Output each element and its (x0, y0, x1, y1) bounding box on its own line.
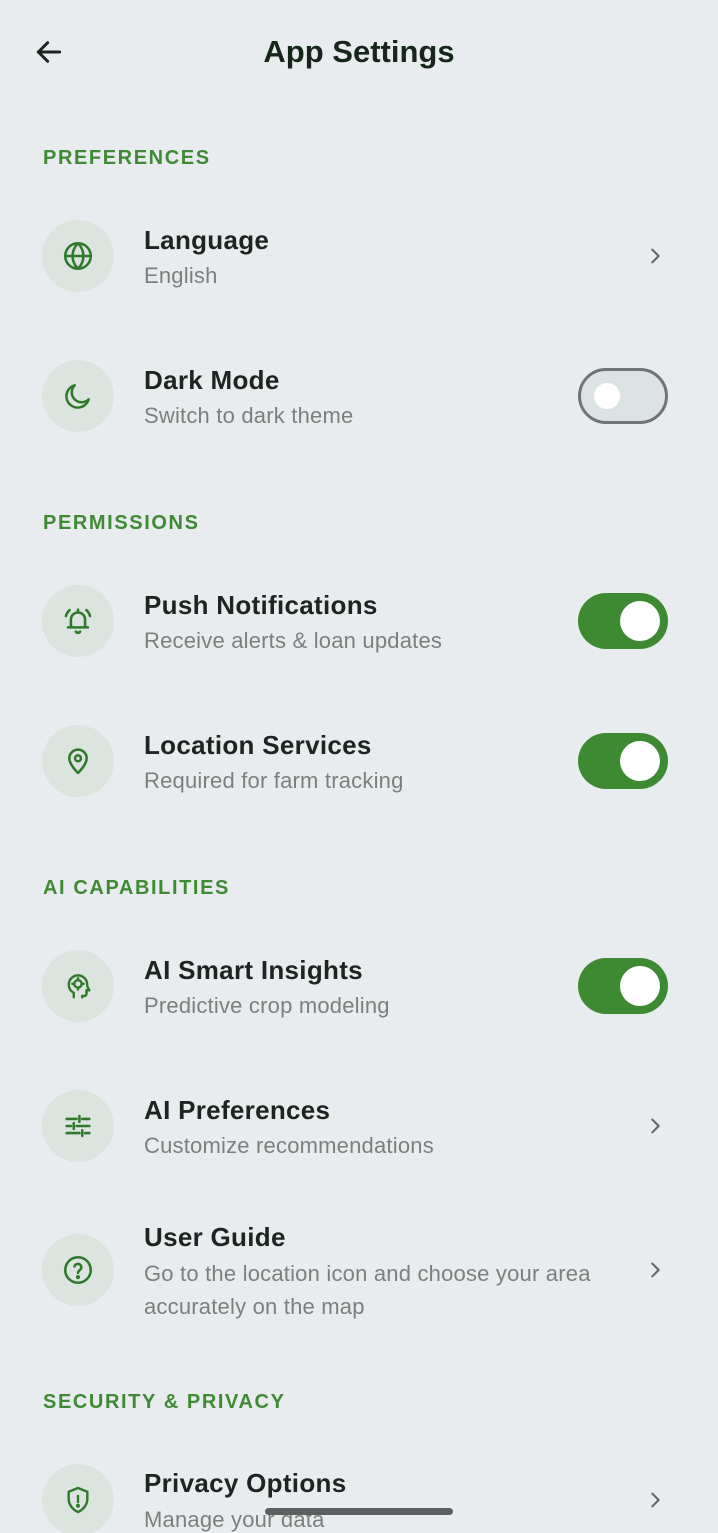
help-circle-icon (63, 1255, 93, 1285)
location-services-title: Location Services (144, 730, 372, 760)
language-chevron-icon (641, 242, 669, 270)
settings-screen: App Settings PREFERENCES Language Englis… (0, 0, 718, 1533)
privacy-options-chevron-icon (641, 1486, 669, 1514)
toggle-knob (594, 383, 620, 409)
head-brain-icon (67, 974, 91, 999)
setting-row-ai-smart-insights[interactable]: AI Smart Insights Predictive crop modeli… (0, 948, 718, 1024)
push-notifications-icon-badge (42, 585, 114, 657)
dark-mode-subtitle: Switch to dark theme (144, 403, 354, 428)
location-services-subtitle: Required for farm tracking (144, 768, 404, 793)
language-icon-badge (42, 220, 114, 292)
setting-row-dark-mode[interactable]: Dark Mode Switch to dark theme (0, 358, 718, 434)
setting-row-user-guide[interactable]: User Guide Go to the location icon and c… (0, 1216, 718, 1326)
privacy-options-icon-badge (42, 1464, 114, 1533)
page-title: App Settings (263, 34, 455, 69)
language-title: Language (144, 225, 270, 255)
ai-preferences-subtitle: Customize recommendations (144, 1133, 434, 1158)
dark-mode-icon-badge (42, 360, 114, 432)
section-header-permissions: PERMISSIONS (43, 512, 200, 534)
bell-ringing-icon (64, 608, 92, 635)
section-header-preferences: PREFERENCES (43, 147, 211, 169)
location-services-icon-badge (42, 725, 114, 797)
user-guide-icon-badge (42, 1234, 114, 1306)
map-pin-icon (68, 748, 88, 775)
section-header-security-privacy: SECURITY & PRIVACY (43, 1391, 286, 1413)
toggle-knob (620, 966, 660, 1006)
setting-row-location-services[interactable]: Location Services Required for farm trac… (0, 723, 718, 799)
push-notifications-title: Push Notifications (144, 590, 378, 620)
toggle-knob (620, 601, 660, 641)
ai-preferences-icon-badge (42, 1090, 114, 1162)
dark-mode-title: Dark Mode (144, 365, 280, 395)
setting-row-privacy-options[interactable]: Privacy Options Manage your data (0, 1462, 718, 1533)
setting-row-language[interactable]: Language English (0, 218, 718, 294)
moon-icon (65, 384, 90, 409)
app-header: App Settings (0, 0, 718, 104)
user-guide-subtitle: Go to the location icon and choose your … (144, 1261, 591, 1319)
sliders-icon (65, 1114, 91, 1138)
setting-row-ai-preferences[interactable]: AI Preferences Customize recommendations (0, 1088, 718, 1164)
location-services-toggle[interactable] (578, 733, 668, 789)
privacy-options-title: Privacy Options (144, 1468, 347, 1498)
dark-mode-toggle[interactable] (578, 368, 668, 424)
ai-smart-insights-toggle[interactable] (578, 958, 668, 1014)
shield-icon (67, 1486, 89, 1514)
user-guide-title: User Guide (144, 1222, 286, 1252)
ai-smart-insights-title: AI Smart Insights (144, 955, 363, 985)
ai-smart-insights-subtitle: Predictive crop modeling (144, 993, 390, 1018)
setting-row-push-notifications[interactable]: Push Notifications Receive alerts & loan… (0, 583, 718, 659)
push-notifications-toggle[interactable] (578, 593, 668, 649)
toggle-knob (620, 741, 660, 781)
home-indicator[interactable] (265, 1508, 453, 1515)
ai-preferences-title: AI Preferences (144, 1095, 331, 1125)
push-notifications-subtitle: Receive alerts & loan updates (144, 628, 443, 653)
language-subtitle: English (144, 263, 218, 288)
section-header-ai-capabilities: AI CAPABILITIES (43, 877, 230, 899)
ai-preferences-chevron-icon (641, 1112, 669, 1140)
user-guide-chevron-icon (641, 1256, 669, 1284)
globe-icon (63, 241, 93, 271)
ai-smart-insights-icon-badge (42, 950, 114, 1022)
